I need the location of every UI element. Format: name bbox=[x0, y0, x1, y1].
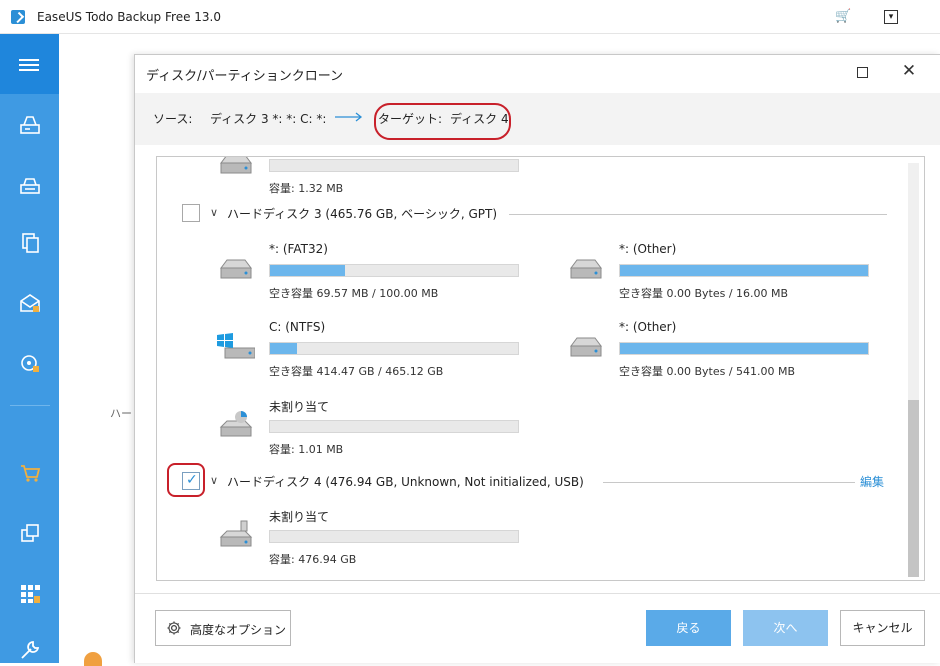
scrollbar[interactable] bbox=[908, 163, 919, 577]
background-text: ハー bbox=[110, 407, 132, 420]
hamburger-icon bbox=[19, 59, 39, 71]
apps-icon[interactable] bbox=[18, 582, 42, 604]
source-target-bar: ソース: ディスク 3 *: *: C: *: ターゲット: ディスク 4 bbox=[135, 93, 940, 145]
capacity-bar bbox=[269, 530, 519, 543]
partition-item[interactable]: 容量: 1.32 MB bbox=[217, 157, 519, 195]
disk3-label: ハードディスク 3 (465.76 GB, ベーシック, GPT) bbox=[227, 207, 498, 221]
partition-info: 空き容量 69.57 MB / 100.00 MB bbox=[269, 287, 439, 300]
capacity-bar bbox=[619, 264, 869, 277]
wrench-icon[interactable] bbox=[18, 639, 42, 661]
partition-name: *: (FAT32) bbox=[269, 242, 328, 256]
partition-info: 容量: 476.94 GB bbox=[269, 553, 357, 566]
partition-name: *: (Other) bbox=[619, 242, 677, 256]
source-value: ディスク 3 *: *: C: *: bbox=[210, 112, 327, 126]
clone-icon[interactable] bbox=[18, 522, 42, 544]
partition-name: 未割り当て bbox=[269, 510, 330, 524]
target-highlight bbox=[374, 103, 511, 140]
dropdown-icon[interactable]: ▾ bbox=[884, 10, 898, 24]
divider bbox=[509, 214, 887, 215]
drive-icon bbox=[220, 259, 252, 279]
footer-divider bbox=[135, 593, 940, 594]
edit-link[interactable]: 編集 bbox=[860, 473, 884, 490]
dialog-title: ディスク/パーティションクローン bbox=[146, 69, 344, 84]
partition-item[interactable]: *: (Other) 空き容量 0.00 Bytes / 16.00 MB bbox=[567, 242, 869, 300]
sidebar-divider bbox=[10, 405, 50, 406]
drive-icon bbox=[220, 157, 252, 174]
partition-info: 容量: 1.01 MB bbox=[269, 443, 344, 456]
windows-drive-icon bbox=[217, 333, 255, 359]
partition-item[interactable]: *: (Other) 空き容量 0.00 Bytes / 541.00 MB bbox=[567, 320, 869, 378]
checkbox-highlight bbox=[167, 463, 205, 497]
mail-icon[interactable] bbox=[18, 292, 42, 314]
disk3-checkbox[interactable] bbox=[182, 204, 200, 222]
advanced-options-label: 高度なオプション bbox=[190, 623, 287, 637]
partition-name: 未割り当て bbox=[269, 400, 330, 414]
next-button[interactable]: 次へ bbox=[743, 610, 828, 646]
disk-backup-icon[interactable] bbox=[18, 114, 42, 136]
capacity-bar bbox=[619, 342, 869, 355]
partition-info: 容量: 1.32 MB bbox=[269, 182, 344, 195]
cart-icon[interactable] bbox=[18, 462, 42, 484]
divider bbox=[603, 482, 855, 483]
partition-item[interactable]: 未割り当て 容量: 1.01 MB bbox=[217, 398, 519, 456]
gear-icon bbox=[167, 621, 181, 635]
app-titlebar: EaseUS Todo Backup Free 13.0 🛒 ▾ bbox=[0, 0, 940, 34]
disk-list[interactable]: 容量: 1.32 MB ∨ ハードディスク 3 (465.76 GB, ベーシッ… bbox=[156, 156, 925, 581]
source-label: ソース: bbox=[153, 112, 193, 126]
app-logo-icon bbox=[11, 10, 25, 24]
partition-item[interactable]: *: (FAT32) 空き容量 69.57 MB / 100.00 MB bbox=[217, 242, 519, 300]
usb-drive-icon bbox=[219, 520, 253, 547]
chevron-down-icon[interactable]: ∨ bbox=[210, 207, 220, 218]
partition-item[interactable]: 未割り当て 容量: 476.94 GB bbox=[217, 508, 519, 566]
capacity-bar bbox=[269, 159, 519, 172]
drive-icon bbox=[570, 259, 602, 279]
capacity-bar bbox=[269, 420, 519, 433]
back-button[interactable]: 戻る bbox=[646, 610, 731, 646]
drive-icon bbox=[570, 337, 602, 357]
smart-icon[interactable] bbox=[18, 352, 42, 374]
arrow-right-icon bbox=[335, 112, 363, 122]
unallocated-drive-icon bbox=[219, 411, 253, 437]
clone-dialog: ディスク/パーティションクローン ✕ ソース: ディスク 3 *: *: C: … bbox=[134, 54, 940, 663]
advanced-options-button[interactable]: 高度なオプション bbox=[155, 610, 291, 646]
sidebar bbox=[0, 34, 59, 663]
scrollbar-thumb[interactable] bbox=[908, 400, 919, 577]
capacity-bar bbox=[269, 342, 519, 355]
disk4-label: ハードディスク 4 (476.94 GB, Unknown, Not initi… bbox=[227, 475, 584, 489]
app-title: EaseUS Todo Backup Free 13.0 bbox=[37, 10, 221, 24]
partition-info: 空き容量 0.00 Bytes / 16.00 MB bbox=[619, 287, 789, 300]
maximize-icon[interactable] bbox=[857, 67, 868, 78]
chevron-down-icon[interactable]: ∨ bbox=[210, 475, 220, 486]
file-backup-icon[interactable] bbox=[18, 232, 42, 254]
partition-name: *: (Other) bbox=[619, 320, 677, 334]
partition-info: 空き容量 0.00 Bytes / 541.00 MB bbox=[619, 365, 796, 378]
sidebar-menu-button[interactable] bbox=[0, 34, 59, 94]
capacity-bar bbox=[269, 264, 519, 277]
cart-icon[interactable]: 🛒 bbox=[835, 10, 851, 24]
partition-name: C: (NTFS) bbox=[269, 320, 326, 334]
partition-info: 空き容量 414.47 GB / 465.12 GB bbox=[269, 365, 444, 378]
partition-item[interactable]: C: (NTFS) 空き容量 414.47 GB / 465.12 GB bbox=[217, 320, 519, 378]
close-icon[interactable]: ✕ bbox=[900, 61, 918, 81]
cancel-button[interactable]: キャンセル bbox=[840, 610, 925, 646]
system-backup-icon[interactable] bbox=[18, 174, 42, 196]
avatar bbox=[84, 652, 102, 666]
